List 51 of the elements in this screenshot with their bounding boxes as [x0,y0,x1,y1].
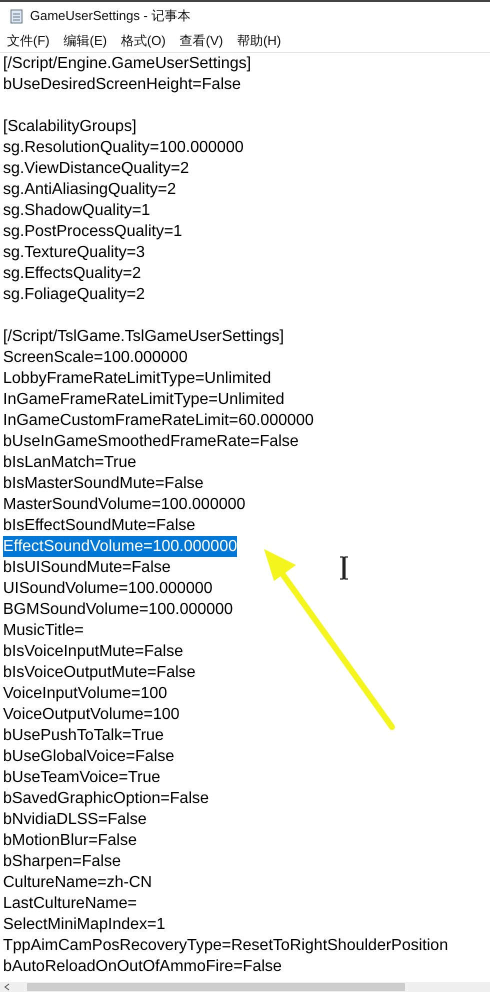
text-line: bIsVoiceOutputMute=False [3,663,196,683]
menu-item[interactable]: 帮助(H) [237,32,282,50]
text-line: [ScalabilityGroups] [3,117,136,137]
text-line: bIsMasterSoundMute=False [3,474,204,494]
text-line: [/Script/TslGame.TslGameUserSettings] [3,327,284,347]
text-line: bSharpen=False [3,852,121,872]
text-line: sg.EffectsQuality=2 [3,264,141,284]
text-line: bUseDesiredScreenHeight=False [3,75,241,95]
text-line: [/Script/Engine.GameUserSettings] [3,54,252,74]
notepad-icon [9,8,24,24]
text-line: bNvidiaDLSS=False [3,810,147,830]
scroll-left-icon[interactable] [4,983,10,991]
text-line: sg.ResolutionQuality=100.000000 [3,138,244,158]
menu-item[interactable]: 格式(O) [120,32,166,50]
text-line: bIsUISoundMute=False [3,558,171,578]
text-line: bMotionBlur=False [3,831,137,851]
text-line: sg.ShadowQuality=1 [3,201,150,221]
text-line: VoiceOutputVolume=100 [3,705,180,725]
text-line: bIsEffectSoundMute=False [3,516,196,536]
text-line: BGMSoundVolume=100.000000 [3,600,233,620]
window-title: GameUserSettings - 记事本 [30,7,190,25]
text-line: bUseGlobalVoice=False [3,747,174,767]
menu-item[interactable]: 查看(V) [180,32,224,50]
text-line: TppAimCamPosRecoveryType=ResetToRightShoulderPosition [3,936,448,956]
text-line: bAutoReloadOnOutOfAmmoFire=False [3,957,282,977]
text-line: sg.AntiAliasingQuality=2 [3,180,176,200]
text-line: sg.ViewDistanceQuality=2 [3,159,190,179]
text-line: LastCultureName= [3,894,137,914]
text-line: UISoundVolume=100.000000 [3,579,213,599]
text-line: bIsVoiceInputMute=False [3,642,184,662]
text-line: MasterSoundVolume=100.000000 [3,495,246,515]
text-line: bUseTeamVoice=True [3,768,160,788]
text-line: bSavedGraphicOption=False [3,789,209,809]
horizontal-scrollbar[interactable] [0,982,490,992]
text-line: sg.FoliageQuality=2 [3,285,145,305]
text-line: bUseInGameSmoothedFrameRate=False [3,432,299,452]
text-line: VoiceInputVolume=100 [3,684,168,704]
text-line: bIsLanMatch=True [3,453,136,473]
text-line: CultureName=zh-CN [3,873,152,893]
text-line: bUsePushToTalk=True [3,726,164,746]
menu-item[interactable]: 编辑(E) [64,32,107,50]
text-line: sg.PostProcessQuality=1 [3,222,182,242]
menu-item[interactable]: 文件(F) [7,32,50,50]
text-line: MusicTitle= [3,621,84,641]
text-line: SelectMiniMapIndex=1 [3,915,166,935]
text-line: sg.TextureQuality=3 [3,243,145,263]
text-cursor-icon [339,556,349,580]
text-line: InGameFrameRateLimitType=Unlimited [3,390,284,410]
text-line: InGameCustomFrameRateLimit=60.000000 [3,411,314,431]
text-line: LobbyFrameRateLimitType=Unlimited [3,369,272,389]
text-line: ScreenScale=100.000000 [3,348,188,368]
